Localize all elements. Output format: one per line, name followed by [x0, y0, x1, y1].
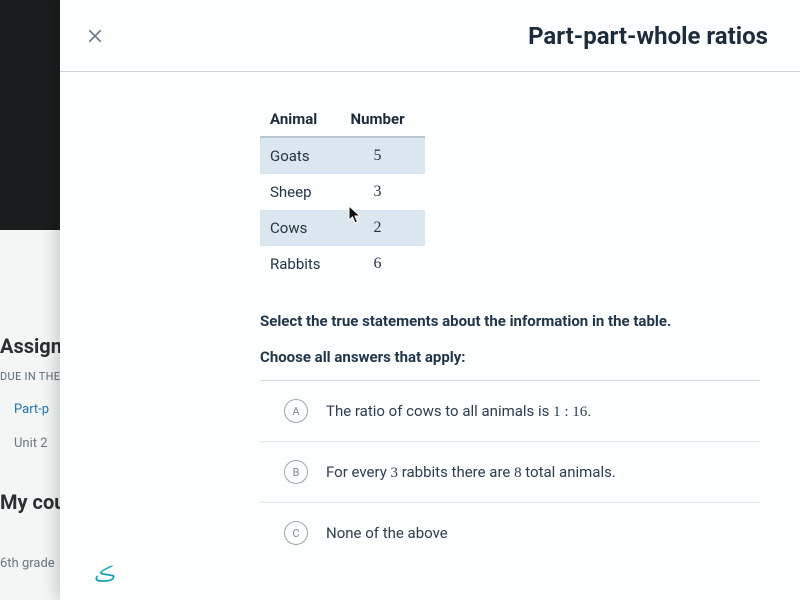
table-row: Sheep3: [260, 174, 425, 210]
exercise-modal: Part-part-whole ratios Animal Number Goa…: [60, 0, 800, 600]
table-cell-animal: Cows: [260, 210, 341, 246]
table-header-number: Number: [341, 104, 425, 137]
table-row: Cows2: [260, 210, 425, 246]
choice-text: None of the above: [326, 524, 448, 542]
sidebar-link-part[interactable]: Part-p: [14, 402, 49, 417]
table-cell-animal: Rabbits: [260, 246, 341, 282]
my-courses-heading: My cou: [0, 490, 65, 514]
table-cell-number: 6: [341, 246, 425, 282]
choice-letter: B: [284, 460, 308, 484]
answer-choice[interactable]: C None of the above: [260, 503, 760, 563]
table-cell-animal: Sheep: [260, 174, 341, 210]
question-prompt: Select the true statements about the inf…: [260, 312, 760, 330]
choice-letter: A: [284, 399, 308, 423]
table-cell-number: 2: [341, 210, 425, 246]
table-row: Goats5: [260, 137, 425, 174]
answer-choice[interactable]: B For every 3 rabbits there are 8 total a…: [260, 442, 760, 503]
grade-label: 6th grade: [0, 556, 55, 571]
modal-title: Part-part-whole ratios: [112, 22, 776, 50]
assign-heading: Assign: [0, 334, 62, 358]
table-cell-number: 3: [341, 174, 425, 210]
choice-letter: C: [284, 521, 308, 545]
close-button[interactable]: [78, 19, 112, 53]
answer-choices: A The ratio of cows to all animals is 1 :…: [260, 380, 760, 563]
choice-text: For every 3 rabbits there are 8 total an…: [326, 463, 616, 482]
question-subprompt: Choose all answers that apply:: [260, 348, 760, 366]
modal-header: Part-part-whole ratios: [60, 0, 800, 72]
due-label: DUE IN THE: [0, 370, 60, 383]
table-header-animal: Animal: [260, 104, 341, 137]
squiggle-icon: ڪ: [93, 562, 114, 586]
table-cell-animal: Goats: [260, 137, 341, 174]
sidebar-link-unit[interactable]: Unit 2: [14, 436, 48, 451]
hint-button[interactable]: ڪ: [90, 560, 118, 588]
table-row: Rabbits6: [260, 246, 425, 282]
table-cell-number: 5: [341, 137, 425, 174]
animal-table: Animal Number Goats5Sheep3Cows2Rabbits6: [260, 104, 425, 282]
close-icon: [86, 27, 104, 45]
modal-content: Animal Number Goats5Sheep3Cows2Rabbits6 …: [60, 72, 800, 563]
choice-text: The ratio of cows to all animals is 1 : …: [326, 402, 591, 421]
answer-choice[interactable]: A The ratio of cows to all animals is 1 :…: [260, 381, 760, 442]
